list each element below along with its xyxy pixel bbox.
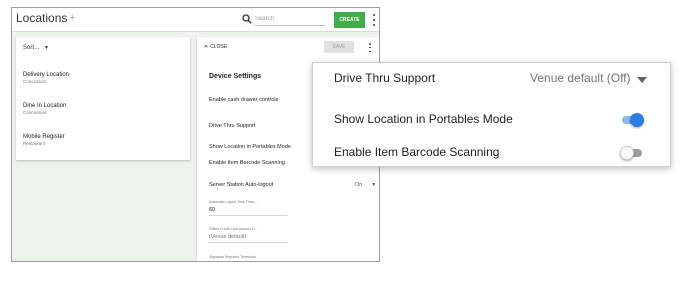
offline-cc-label: Offline Credit Card Amount Li... bbox=[209, 227, 258, 231]
more-menu-icon[interactable] bbox=[372, 14, 376, 26]
signature-threshold-label: Signature Required Threshold... bbox=[209, 255, 259, 259]
auto-logout-time-label: Automatic Logout Time Thres... bbox=[209, 200, 258, 204]
drive-thru-setting: Drive Thru Support bbox=[209, 123, 256, 129]
close-icon: ✕ bbox=[204, 44, 209, 50]
list-item[interactable]: Dine In Location Concession bbox=[23, 103, 66, 115]
plus-icon[interactable]: + bbox=[69, 12, 75, 24]
drive-thru-label: Drive Thru Support bbox=[334, 71, 436, 85]
sort-label: Sort... bbox=[23, 45, 40, 51]
chevron-down-icon[interactable] bbox=[637, 77, 647, 83]
close-button[interactable]: ✕ CLOSE bbox=[204, 44, 227, 50]
create-button[interactable]: CREATE bbox=[334, 12, 365, 28]
toggle-thumb bbox=[620, 146, 634, 160]
auto-logout-value: On bbox=[355, 182, 363, 188]
auto-logout-setting: Server Station Auto-logout bbox=[209, 182, 274, 188]
barcode-toggle[interactable] bbox=[620, 146, 644, 160]
location-type: Concession bbox=[23, 79, 47, 84]
show-location-label: Show Location in Portables Mode bbox=[334, 112, 513, 126]
cash-drawer-setting: Enable cash drawer controls bbox=[209, 97, 279, 103]
locations-list: Sort... ▼ Delivery Location Concession Di… bbox=[16, 37, 190, 160]
location-type: Concession bbox=[23, 110, 47, 115]
sort-dropdown[interactable]: Sort... ▼ bbox=[23, 45, 49, 51]
auto-logout-dropdown[interactable]: On ▼ bbox=[355, 182, 376, 188]
search-icon[interactable] bbox=[242, 14, 252, 24]
chevron-down-icon: ▼ bbox=[44, 45, 49, 51]
save-button[interactable]: SAVE bbox=[324, 41, 354, 53]
offline-cc-field[interactable]: (Venue default) bbox=[209, 234, 287, 243]
close-label: CLOSE bbox=[210, 44, 228, 50]
top-bar: Locations + CREATE bbox=[12, 8, 379, 32]
chevron-down-icon: ▼ bbox=[371, 182, 377, 188]
drive-thru-select[interactable]: Venue default (Off) bbox=[530, 71, 631, 85]
page-title: Locations bbox=[16, 11, 68, 25]
toggle-thumb bbox=[630, 113, 644, 127]
location-type: Restaurant bbox=[23, 141, 46, 146]
zoomed-settings-callout: Drive Thru Support Venue default (Off) S… bbox=[312, 62, 671, 167]
section-title: Device Settings bbox=[209, 73, 262, 80]
location-name: Dine In Location bbox=[23, 103, 67, 109]
list-item[interactable]: Delivery Location Concession bbox=[23, 72, 69, 84]
location-name: Mobile Register bbox=[23, 134, 65, 140]
location-name: Delivery Location bbox=[23, 72, 70, 78]
barcode-setting: Enable Item Barcode Scanning bbox=[209, 160, 285, 166]
portables-mode-setting: Show Location in Portables Mode bbox=[209, 144, 291, 150]
barcode-label: Enable Item Barcode Scanning bbox=[334, 145, 500, 159]
list-item[interactable]: Mobile Register Restaurant bbox=[23, 134, 65, 146]
show-location-toggle[interactable] bbox=[620, 113, 644, 127]
search-input[interactable] bbox=[255, 12, 325, 26]
more-menu-icon[interactable] bbox=[368, 43, 372, 52]
auto-logout-time-field[interactable]: 60 bbox=[209, 207, 287, 216]
